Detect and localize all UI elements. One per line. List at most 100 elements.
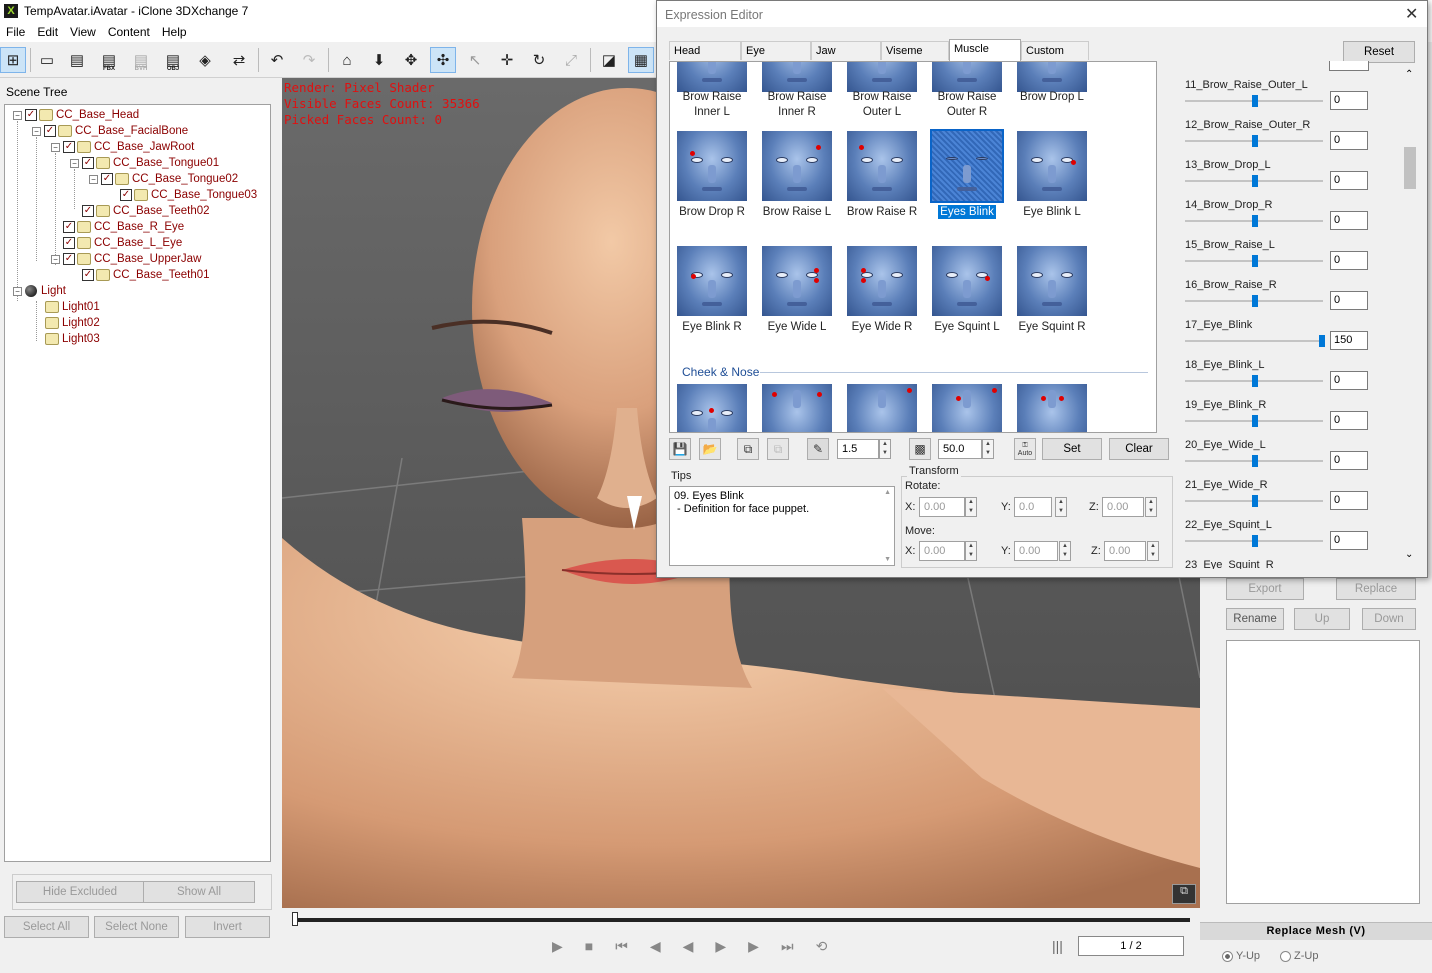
- y-up-radio[interactable]: Y-Up: [1222, 950, 1260, 962]
- slider-value-input[interactable]: 0: [1330, 171, 1368, 190]
- save-icon[interactable]: 💾: [669, 438, 691, 460]
- select-all-button[interactable]: Select All: [4, 916, 89, 938]
- slider-value-input[interactable]: 0: [1330, 251, 1368, 270]
- tree-node-cc-base-tongue01[interactable]: − ✓ CC_Base_Tongue01: [70, 155, 219, 171]
- z-up-radio[interactable]: Z-Up: [1280, 950, 1318, 962]
- move-y-input[interactable]: 0.00: [1014, 541, 1058, 561]
- spin-arrows[interactable]: ▲ ▼: [982, 439, 994, 459]
- tree-node-cc-base-l-eye[interactable]: ✓ CC_Base_L_Eye: [63, 235, 182, 251]
- face-thumb[interactable]: [847, 62, 917, 92]
- face-thumb[interactable]: [1017, 384, 1087, 432]
- slider-value-input[interactable]: 0: [1330, 131, 1368, 150]
- last-frame-icon[interactable]: ⏭: [781, 938, 816, 954]
- face-label[interactable]: Brow Raise R: [840, 205, 924, 220]
- face-thumb[interactable]: [932, 246, 1002, 316]
- face-thumb-selected[interactable]: [930, 129, 1004, 203]
- copy-icon[interactable]: ⧉: [737, 438, 759, 460]
- slider-value-input[interactable]: 0: [1330, 451, 1368, 470]
- wireframe-icon[interactable]: ◪: [596, 47, 622, 73]
- face-thumb[interactable]: [1017, 62, 1087, 92]
- scroll-down-icon[interactable]: ▼: [884, 556, 891, 563]
- face-label[interactable]: Eye Blink L: [1010, 205, 1094, 220]
- face-thumb[interactable]: [847, 246, 917, 316]
- tree-node-cc-base-r-eye[interactable]: ✓ CC_Base_R_Eye: [63, 219, 184, 235]
- timeline-track[interactable]: [294, 918, 1190, 922]
- paste-icon[interactable]: ⧉: [767, 438, 789, 460]
- face-thumb[interactable]: [677, 246, 747, 316]
- move-x-input[interactable]: 0.00: [919, 541, 965, 561]
- rotate-icon[interactable]: ↻: [526, 47, 552, 73]
- face-thumb[interactable]: [762, 246, 832, 316]
- face-label[interactable]: Eye Squint L: [925, 320, 1009, 335]
- slider-thumb[interactable]: [1252, 375, 1258, 387]
- face-label[interactable]: Brow Raise L: [755, 205, 839, 220]
- slider-thumb[interactable]: [1252, 415, 1258, 427]
- face-thumb[interactable]: [847, 131, 917, 201]
- scale-icon[interactable]: ⤢: [558, 47, 584, 73]
- clear-button[interactable]: Clear: [1109, 438, 1169, 460]
- tab-jaw[interactable]: Jaw: [811, 41, 881, 60]
- convert-icon[interactable]: ⇄: [226, 47, 252, 73]
- viewport-window-icon[interactable]: ⧉: [1172, 884, 1196, 904]
- tab-muscle[interactable]: Muscle: [949, 39, 1021, 61]
- slider-value-input[interactable]: 0: [1330, 411, 1368, 430]
- auto-key-icon[interactable]: ⚿ Auto: [1014, 438, 1036, 460]
- set-button[interactable]: Set: [1042, 438, 1102, 460]
- face-thumb[interactable]: [1017, 131, 1087, 201]
- slider-track[interactable]: [1185, 340, 1323, 342]
- menu-edit[interactable]: Edit: [31, 25, 64, 39]
- slider-value-input[interactable]: 0: [1330, 531, 1368, 550]
- slider-thumb[interactable]: [1252, 175, 1258, 187]
- slider-value-input[interactable]: 0: [1330, 371, 1368, 390]
- show-all-button[interactable]: Show All: [143, 881, 255, 903]
- close-icon[interactable]: ✕: [1405, 4, 1418, 24]
- export-bvh-icon[interactable]: ▤ BVH: [128, 47, 154, 73]
- spin-arrows[interactable]: ▲ ▼: [879, 439, 891, 459]
- select-none-button[interactable]: Select None: [94, 916, 179, 938]
- rotate-z-input[interactable]: 0.00: [1102, 497, 1144, 517]
- first-frame-icon[interactable]: ⏮: [615, 938, 650, 954]
- tree-node-cc-base-upperjaw[interactable]: − ✓ CC_Base_UpperJaw: [51, 251, 201, 267]
- invert-button[interactable]: Invert: [185, 916, 270, 938]
- spin-arrows[interactable]: ▲ ▼: [1059, 541, 1071, 561]
- replace-mesh-header[interactable]: Replace Mesh (V): [1200, 922, 1432, 940]
- face-label[interactable]: Eye Wide L: [755, 320, 839, 335]
- slider-thumb[interactable]: [1252, 495, 1258, 507]
- slider-thumb[interactable]: [1252, 135, 1258, 147]
- face-thumb[interactable]: [932, 384, 1002, 432]
- tab-viseme[interactable]: Viseme: [881, 41, 949, 60]
- spin-arrows[interactable]: ▲ ▼: [965, 541, 977, 561]
- undo-icon[interactable]: ↶: [264, 47, 290, 73]
- tree-node-cc-base-jawroot[interactable]: − ✓ CC_Base_JawRoot: [51, 139, 194, 155]
- face-label[interactable]: Eye Blink R: [670, 320, 754, 335]
- tree-node-cc-base-facialbone[interactable]: − ✓ CC_Base_FacialBone: [32, 123, 188, 139]
- play-icon[interactable]: ▶: [552, 938, 585, 954]
- face-thumb[interactable]: [1017, 246, 1087, 316]
- slider-value-input[interactable]: 0: [1330, 291, 1368, 310]
- scroll-up-icon[interactable]: ⌃: [1405, 69, 1413, 80]
- slider-thumb[interactable]: [1319, 335, 1325, 347]
- stop-icon[interactable]: ■: [585, 938, 615, 954]
- face-thumb[interactable]: [677, 384, 747, 432]
- export-obj-icon[interactable]: ▤ OBJ: [160, 47, 186, 73]
- face-thumb[interactable]: [677, 62, 747, 92]
- tree-node-cc-base-head[interactable]: − ✓ CC_Base_Head: [13, 107, 139, 123]
- menu-content[interactable]: Content: [102, 25, 156, 39]
- slider-thumb[interactable]: [1252, 535, 1258, 547]
- down-button[interactable]: Down: [1362, 608, 1416, 630]
- rotate-x-input[interactable]: 0.00: [919, 497, 965, 517]
- move-icon[interactable]: ✥: [398, 47, 424, 73]
- slider-value-input[interactable]: 150: [1330, 331, 1368, 350]
- tab-eye[interactable]: Eye: [741, 41, 811, 60]
- reset-button[interactable]: Reset: [1343, 41, 1415, 63]
- tree-node-light01[interactable]: Light01: [45, 299, 100, 315]
- tree-node-light02[interactable]: Light02: [45, 315, 100, 331]
- scroll-down-icon[interactable]: ⌄: [1405, 549, 1413, 560]
- brush-icon[interactable]: ✎: [807, 438, 829, 460]
- up-button[interactable]: Up: [1294, 608, 1350, 630]
- export-package-icon[interactable]: ◈: [192, 47, 218, 73]
- drop-to-floor-icon[interactable]: ⬇: [366, 47, 392, 73]
- slider-thumb[interactable]: [1252, 455, 1258, 467]
- timeline-playhead[interactable]: [292, 912, 298, 926]
- tree-node-cc-base-teeth01[interactable]: ✓ CC_Base_Teeth01: [82, 267, 210, 283]
